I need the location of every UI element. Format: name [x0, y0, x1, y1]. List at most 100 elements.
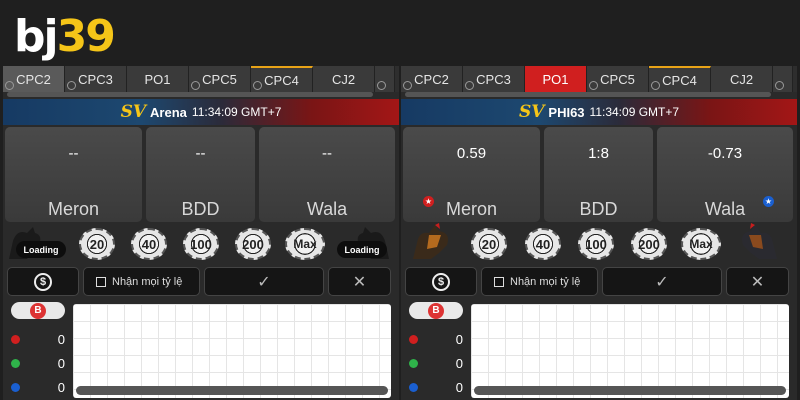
- tab-cj2[interactable]: CJ2: [313, 66, 375, 92]
- result-stats: B 0 0 0: [401, 302, 471, 400]
- draw-count: 0: [455, 356, 463, 371]
- blue-dot-icon: [409, 383, 418, 392]
- wala-star-icon: ★: [763, 196, 774, 207]
- tab-cpc5[interactable]: CPC5: [189, 66, 251, 92]
- meron-odds: 0.59: [456, 145, 487, 162]
- chip-max[interactable]: Max: [681, 228, 721, 260]
- b-toggle[interactable]: B: [409, 302, 463, 319]
- chip-200[interactable]: 200: [235, 228, 271, 260]
- bet-meron[interactable]: 0.59 Meron: [403, 127, 540, 222]
- cancel-bet-button[interactable]: ✕: [328, 267, 391, 296]
- tabs-scrollbar[interactable]: [7, 92, 373, 97]
- green-dot-icon: [11, 359, 20, 368]
- clock-icon: [253, 81, 262, 90]
- chip-200[interactable]: 200: [631, 228, 667, 260]
- b-badge: B: [428, 302, 444, 319]
- stat-meron: 0: [401, 330, 471, 350]
- wala-label: Wala: [306, 199, 348, 219]
- chip-20[interactable]: 20: [79, 228, 115, 260]
- red-dot-icon: [409, 335, 418, 344]
- accept-odds-checkbox[interactable]: [96, 276, 106, 287]
- sv-logo: SV: [120, 102, 147, 122]
- accept-odds-label: Nhận mọi tỷ lệ: [112, 275, 183, 288]
- accept-any-odds-toggle[interactable]: Nhận mọi tỷ lệ: [481, 267, 598, 296]
- red-dot-icon: [11, 335, 20, 344]
- bet-meron[interactable]: -- Meron: [5, 127, 142, 222]
- tab-more[interactable]: [773, 66, 793, 92]
- clock-icon: [377, 81, 386, 90]
- tabs-scrollbar[interactable]: [405, 92, 771, 97]
- result-roadmap: [471, 304, 789, 398]
- bet-controls: $ Nhận mọi tỷ lệ ✓ ✕: [3, 267, 399, 296]
- chip-settings-button[interactable]: $: [7, 267, 79, 296]
- stat-draw: 0: [3, 354, 73, 374]
- close-icon: ✕: [750, 273, 765, 291]
- arena-banner: SV Arena 11:34:09 GMT+7: [3, 99, 399, 125]
- tab-po1[interactable]: PO1: [127, 66, 189, 92]
- stat-wala: 0: [3, 378, 73, 398]
- result-stats: B 0 0 0: [3, 302, 73, 400]
- rooster-icon-right: [742, 223, 777, 259]
- tab-cpc4[interactable]: CPC4: [649, 66, 711, 92]
- stat-draw: 0: [401, 354, 471, 374]
- loading-indicator-right: Loading: [337, 241, 387, 258]
- clock-icon: [5, 81, 14, 90]
- betting-panel-left: CPC2 CPC3 PO1 CPC5 CPC4 CJ2 SV Arena 11:…: [3, 66, 399, 400]
- chip-20[interactable]: 20: [471, 228, 507, 260]
- bet-bdd[interactable]: -- BDD: [146, 127, 255, 222]
- table-tabs: CPC2 CPC3 PO1 CPC5 CPC4 CJ2: [3, 66, 399, 92]
- logo-text-bj: bj: [14, 10, 59, 62]
- roadmap-scrollbar[interactable]: [76, 386, 388, 395]
- tab-cj2[interactable]: CJ2: [711, 66, 773, 92]
- result-roadmap: [73, 304, 391, 398]
- tab-cpc2[interactable]: CPC2: [401, 66, 463, 92]
- stat-meron: 0: [3, 330, 73, 350]
- logo-text-39: 39: [56, 10, 116, 62]
- confirm-bet-button[interactable]: ✓: [204, 267, 324, 296]
- tab-more[interactable]: [375, 66, 395, 92]
- b-badge: B: [30, 302, 46, 319]
- tab-cpc3[interactable]: CPC3: [463, 66, 525, 92]
- clock-icon: [191, 81, 200, 90]
- bet-wala[interactable]: -0.73 Wala: [657, 127, 793, 222]
- tab-cpc5[interactable]: CPC5: [587, 66, 649, 92]
- chip-settings-button[interactable]: $: [405, 267, 477, 296]
- clock-icon: [67, 81, 76, 90]
- chip-100[interactable]: 100: [183, 228, 219, 260]
- coin-settings-icon: $: [432, 272, 450, 291]
- arena-time: 11:34:09 GMT+7: [191, 105, 282, 119]
- wala-count: 0: [455, 380, 463, 395]
- tab-cpc4[interactable]: CPC4: [251, 66, 313, 92]
- bet-controls: $ Nhận mọi tỷ lệ ✓ ✕: [401, 267, 797, 296]
- bj39-logo[interactable]: bj 39: [14, 10, 116, 62]
- wala-odds: -0.73: [707, 145, 743, 162]
- b-toggle[interactable]: B: [11, 302, 65, 319]
- chip-100[interactable]: 100: [578, 228, 614, 260]
- accept-odds-checkbox[interactable]: [494, 276, 504, 287]
- bdd-label: BDD: [181, 199, 220, 219]
- chip-40[interactable]: 40: [525, 228, 561, 260]
- betting-panel-right: CPC2 CPC3 PO1 CPC5 CPC4 CJ2 SV PHI63 11:…: [401, 66, 797, 400]
- bet-bdd[interactable]: 1:8 BDD: [544, 127, 653, 222]
- accept-any-odds-toggle[interactable]: Nhận mọi tỷ lệ: [83, 267, 200, 296]
- check-icon: ✓: [655, 273, 669, 291]
- tab-cpc3[interactable]: CPC3: [65, 66, 127, 92]
- confirm-bet-button[interactable]: ✓: [602, 267, 722, 296]
- chip-max[interactable]: Max: [285, 228, 325, 260]
- meron-star-icon: ★: [423, 196, 434, 207]
- roadmap-scrollbar[interactable]: [474, 386, 786, 395]
- bdd-odds: --: [195, 145, 206, 162]
- tab-cpc2[interactable]: CPC2: [3, 66, 65, 92]
- wala-odds: --: [322, 145, 332, 162]
- blue-dot-icon: [11, 383, 20, 392]
- tab-po1[interactable]: PO1: [525, 66, 587, 92]
- clock-icon: [775, 81, 784, 90]
- sv-logo: SV: [518, 102, 545, 122]
- meron-odds: --: [68, 145, 79, 162]
- bet-wala[interactable]: -- Wala: [259, 127, 395, 222]
- cancel-bet-button[interactable]: ✕: [726, 267, 789, 296]
- meron-count: 0: [57, 332, 65, 347]
- chip-40[interactable]: 40: [131, 228, 167, 260]
- clock-icon: [403, 81, 412, 90]
- clock-icon: [465, 81, 474, 90]
